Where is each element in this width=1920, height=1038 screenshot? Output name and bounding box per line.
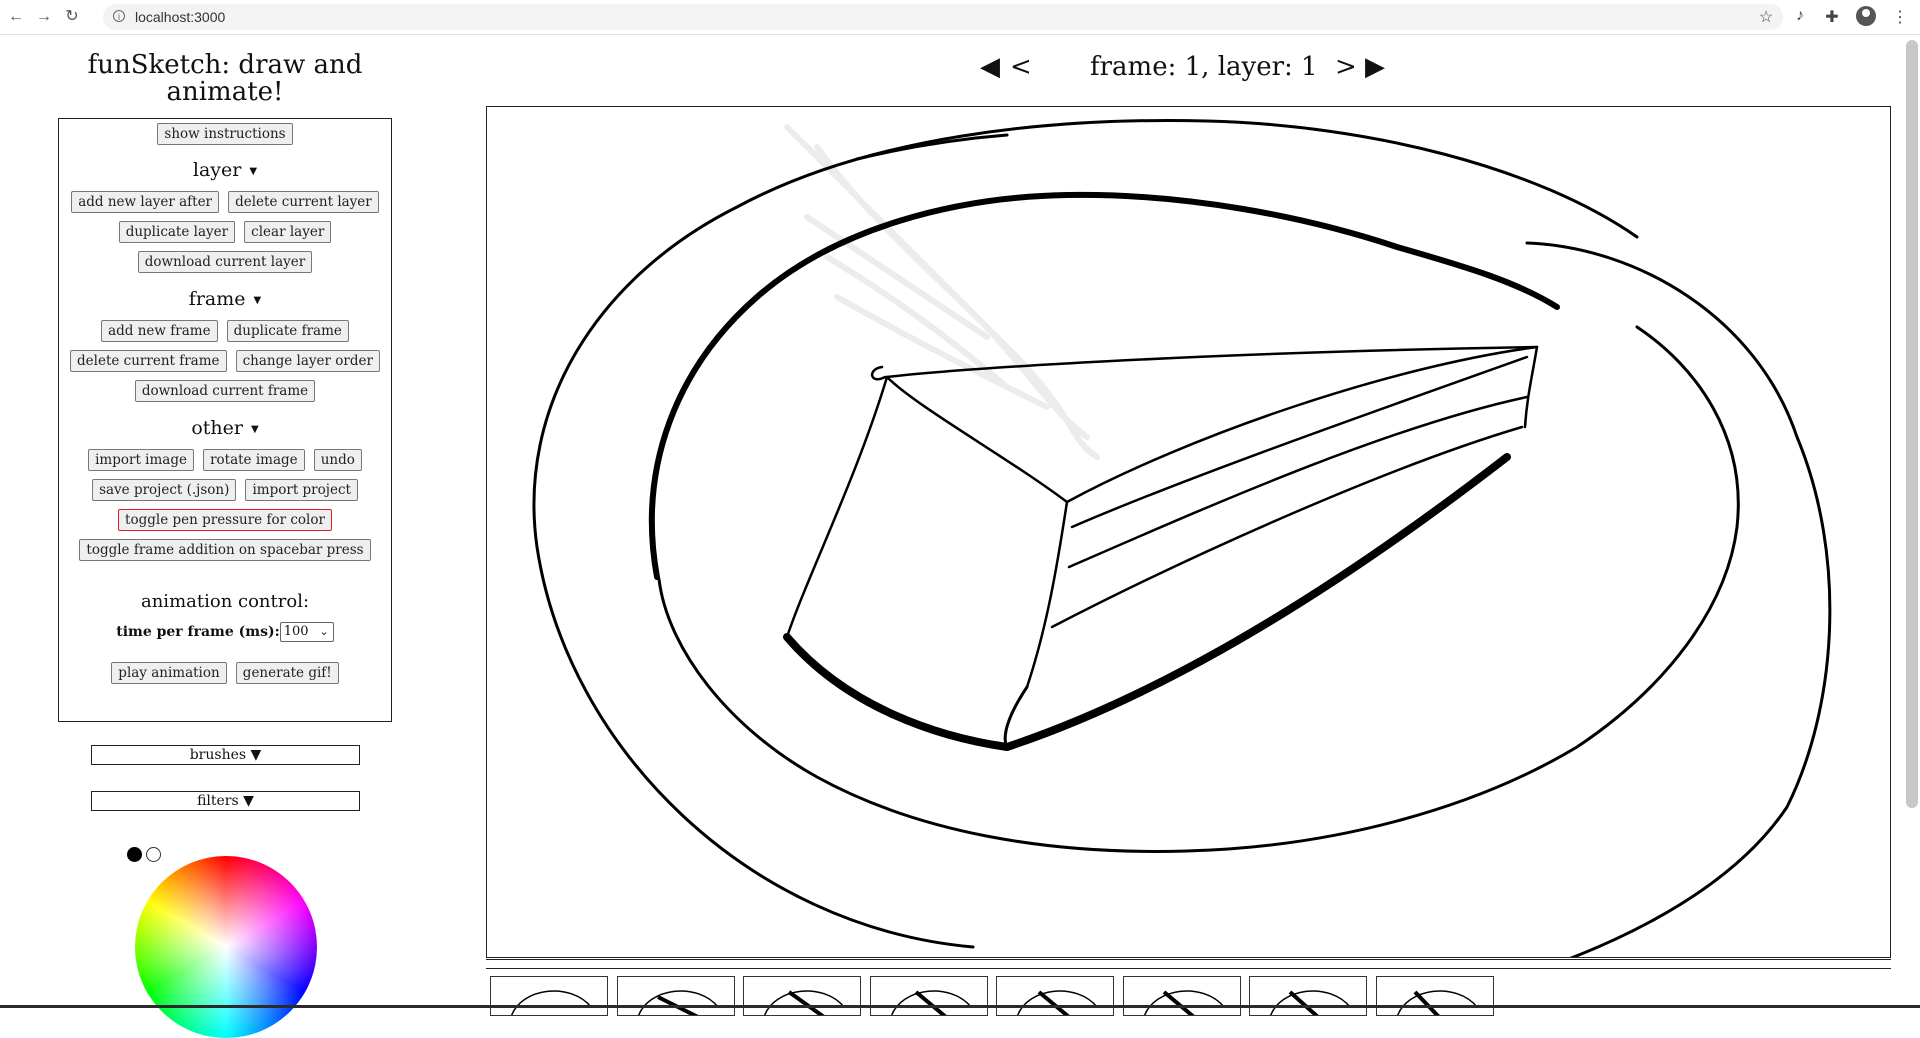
frame-thumbnail[interactable]: [617, 976, 735, 1016]
delete-current-layer-button[interactable]: delete current layer: [228, 191, 379, 213]
undo-button[interactable]: undo: [313, 449, 362, 471]
add-new-layer-button[interactable]: add new layer after: [71, 191, 220, 213]
time-per-frame-label: time per frame (ms):: [116, 624, 280, 640]
layer-heading: layer: [192, 159, 242, 181]
other-heading: other: [191, 417, 243, 439]
brushes-dropdown[interactable]: brushes ▼: [91, 745, 360, 765]
generate-gif-button[interactable]: generate gif!: [235, 662, 339, 684]
timeline-track: [486, 959, 1891, 969]
change-layer-order-button[interactable]: change layer order: [235, 350, 380, 372]
download-current-frame-button[interactable]: download current frame: [134, 380, 316, 402]
frame-thumbnail[interactable]: [1376, 976, 1494, 1016]
sketch-drawing: [532, 119, 1832, 957]
import-image-button[interactable]: import image: [88, 449, 194, 471]
download-current-layer-button[interactable]: download current layer: [137, 251, 313, 273]
frame-layer-status: frame: 1, layer: 1: [1090, 52, 1318, 82]
duplicate-frame-button[interactable]: duplicate frame: [226, 320, 349, 342]
forward-icon[interactable]: →: [34, 8, 54, 26]
last-frame-icon[interactable]: ▶: [1365, 52, 1385, 82]
rotate-image-button[interactable]: rotate image: [203, 449, 305, 471]
next-frame-button[interactable]: >: [1335, 52, 1357, 82]
frame-thumbnail[interactable]: [1123, 976, 1241, 1016]
show-instructions-button[interactable]: show instructions: [157, 123, 293, 145]
frame-navigation: ◀ < frame: 1, layer: 1 > ▶: [980, 52, 1400, 88]
toolbox-panel: show instructions layer ▼ add new layer a…: [58, 118, 392, 722]
caret-down-icon: ▼: [250, 423, 259, 435]
site-info-icon[interactable]: i: [113, 10, 125, 22]
frame-thumbnail[interactable]: [1249, 976, 1367, 1016]
puzzle-icon[interactable]: ✚: [1822, 7, 1842, 27]
secondary-color-swatch[interactable]: [146, 847, 161, 862]
play-animation-button[interactable]: play animation: [111, 662, 227, 684]
back-icon[interactable]: ←: [6, 8, 26, 26]
filters-dropdown[interactable]: filters ▼: [91, 791, 360, 811]
clear-layer-button[interactable]: clear layer: [244, 221, 332, 243]
frame-thumbnail[interactable]: [996, 976, 1114, 1016]
layer-section-toggle[interactable]: layer ▼: [59, 159, 391, 181]
frame-thumbnail[interactable]: [870, 976, 988, 1016]
prev-frame-button[interactable]: <: [1010, 52, 1032, 82]
onion-skin-strokes: [784, 124, 1100, 460]
first-frame-icon[interactable]: ◀: [980, 52, 1000, 82]
url-text: localhost:3000: [135, 9, 226, 25]
frame-thumbnail[interactable]: [743, 976, 861, 1016]
add-new-frame-button[interactable]: add new frame: [101, 320, 218, 342]
import-project-button[interactable]: import project: [245, 479, 358, 501]
animation-control-heading: animation control:: [140, 591, 310, 612]
delete-current-frame-button[interactable]: delete current frame: [70, 350, 227, 372]
address-bar[interactable]: i localhost:3000: [103, 4, 1783, 30]
duplicate-layer-button[interactable]: duplicate layer: [118, 221, 236, 243]
app-title: funSketch: draw and animate!: [87, 50, 363, 107]
time-per-frame-select[interactable]: 100 ⌄: [279, 622, 334, 642]
browser-toolbar: ← → ↻ i localhost:3000 ☆ ♪ ✚ ⋮: [0, 0, 1920, 35]
primary-color-swatch[interactable]: [127, 847, 142, 862]
page-scrollbar[interactable]: [1906, 40, 1918, 808]
frame-thumbnail[interactable]: [490, 976, 608, 1016]
toggle-frame-addition-button[interactable]: toggle frame addition on spacebar press: [79, 539, 371, 561]
sketch-strokes: [532, 119, 1832, 957]
chevron-down-icon: ⌄: [319, 625, 329, 638]
caret-down-icon: ▼: [249, 165, 258, 177]
menu-icon[interactable]: ⋮: [1890, 7, 1910, 27]
save-project-button[interactable]: save project (.json): [92, 479, 237, 501]
profile-icon[interactable]: [1856, 6, 1876, 26]
caret-down-icon: ▼: [253, 294, 262, 306]
color-wheel[interactable]: [135, 856, 317, 1038]
frame-heading: frame: [188, 288, 246, 310]
time-per-frame-row: time per frame (ms): 100 ⌄: [59, 622, 391, 642]
time-per-frame-value: 100: [283, 624, 309, 639]
reload-icon[interactable]: ↻: [62, 8, 82, 26]
star-icon[interactable]: ☆: [1756, 7, 1776, 27]
drawing-canvas[interactable]: [486, 106, 1891, 958]
toggle-pen-pressure-button[interactable]: toggle pen pressure for color: [118, 509, 332, 531]
extension-icon[interactable]: ♪: [1790, 7, 1810, 25]
frame-section-toggle[interactable]: frame ▼: [59, 288, 391, 310]
other-section-toggle[interactable]: other ▼: [59, 417, 391, 439]
